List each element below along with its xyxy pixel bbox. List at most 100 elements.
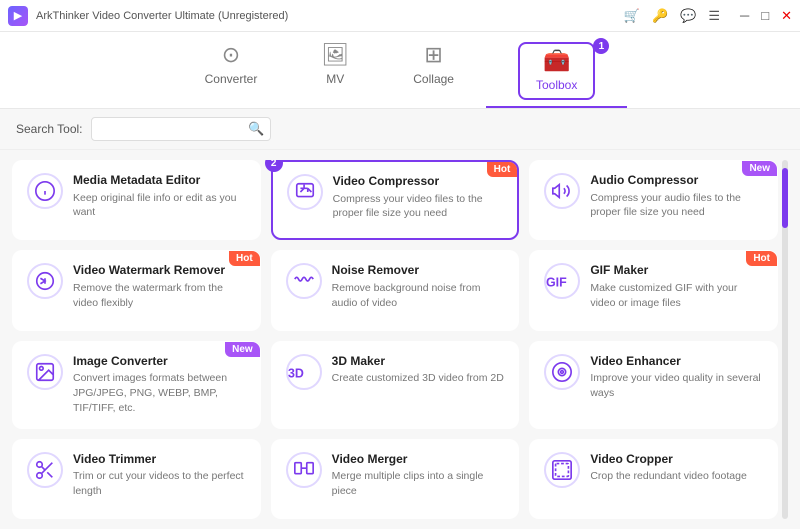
tool-card-image-converter[interactable]: New Image Converter Convert images forma… xyxy=(12,341,261,429)
tool-desc-video-watermark-remover: Remove the watermark from the video flex… xyxy=(73,281,248,310)
key-icon[interactable]: 🔑 xyxy=(652,8,668,24)
tool-desc-media-metadata-editor: Keep original file info or edit as you w… xyxy=(73,191,248,220)
tool-info-noise-remover: Noise Remover Remove background noise fr… xyxy=(332,263,507,310)
tool-name-image-converter: Image Converter xyxy=(73,354,248,370)
close-button[interactable]: ✕ xyxy=(781,8,792,24)
tab-converter-label: Converter xyxy=(205,72,258,86)
tool-icon-video-merger xyxy=(286,452,322,488)
tool-info-video-cropper: Video Cropper Crop the redundant video f… xyxy=(590,452,765,484)
minimize-button[interactable]: ─ xyxy=(740,8,749,23)
app-icon: ▶ xyxy=(8,6,28,26)
maximize-button[interactable]: □ xyxy=(761,8,769,23)
title-bar-left: ▶ ArkThinker Video Converter Ultimate (U… xyxy=(8,6,288,26)
tab-toolbox-label: Toolbox xyxy=(536,78,577,92)
badge-gif-maker: Hot xyxy=(746,251,777,266)
svg-text:GIF: GIF xyxy=(546,276,567,290)
nav-tabs: ⊙ Converter 🖼 MV ⊞ Collage 🧰 Toolbox 1 xyxy=(0,32,800,109)
tool-icon-gif-maker: GIF xyxy=(544,263,580,299)
tab-converter[interactable]: ⊙ Converter xyxy=(173,36,290,108)
tool-info-media-metadata-editor: Media Metadata Editor Keep original file… xyxy=(73,173,248,220)
search-bar: Search Tool: 🔍 xyxy=(0,109,800,150)
tool-card-video-enhancer[interactable]: Video Enhancer Improve your video qualit… xyxy=(529,341,778,429)
search-icon[interactable]: 🔍 xyxy=(248,121,264,137)
tool-desc-audio-compressor: Compress your audio files to the proper … xyxy=(590,191,765,220)
tool-name-audio-compressor: Audio Compressor xyxy=(590,173,765,189)
tool-card-3d-maker[interactable]: 3D 3D Maker Create customized 3D video f… xyxy=(271,341,520,429)
tool-icon-media-metadata-editor xyxy=(27,173,63,209)
tool-info-video-watermark-remover: Video Watermark Remover Remove the water… xyxy=(73,263,248,310)
tool-name-video-merger: Video Merger xyxy=(332,452,507,468)
tool-desc-video-compressor: Compress your video files to the proper … xyxy=(333,192,506,221)
tool-info-gif-maker: GIF Maker Make customized GIF with your … xyxy=(590,263,765,310)
tool-icon-audio-compressor xyxy=(544,173,580,209)
tool-info-video-merger: Video Merger Merge multiple clips into a… xyxy=(332,452,507,499)
tab-mv-label: MV xyxy=(326,72,344,86)
badge-audio-compressor: New xyxy=(742,161,777,176)
tool-name-video-cropper: Video Cropper xyxy=(590,452,765,468)
svg-text:3D: 3D xyxy=(288,366,304,380)
tool-desc-noise-remover: Remove background noise from audio of vi… xyxy=(332,281,507,310)
tool-info-video-compressor: Video Compressor Compress your video fil… xyxy=(333,174,506,221)
title-bar: ▶ ArkThinker Video Converter Ultimate (U… xyxy=(0,0,800,32)
mv-icon: 🖼 xyxy=(321,42,349,68)
tab-collage-label: Collage xyxy=(413,72,454,86)
scrollbar-track[interactable] xyxy=(782,160,788,519)
tool-name-gif-maker: GIF Maker xyxy=(590,263,765,279)
search-input[interactable] xyxy=(91,117,271,141)
collage-icon: ⊞ xyxy=(424,42,442,68)
tool-desc-video-merger: Merge multiple clips into a single piece xyxy=(332,469,507,498)
main-content: Media Metadata Editor Keep original file… xyxy=(0,150,800,529)
tool-info-3d-maker: 3D Maker Create customized 3D video from… xyxy=(332,354,507,386)
toolbox-icon: 🧰 xyxy=(543,48,570,74)
tool-name-video-compressor: Video Compressor xyxy=(333,174,506,190)
tool-icon-image-converter xyxy=(27,354,63,390)
circle-badge-video-compressor: 2 xyxy=(265,160,283,172)
tool-icon-video-trimmer xyxy=(27,452,63,488)
tool-icon-noise-remover xyxy=(286,263,322,299)
tool-name-media-metadata-editor: Media Metadata Editor xyxy=(73,173,248,189)
tab-toolbox[interactable]: 🧰 Toolbox 1 xyxy=(486,36,627,108)
tab-mv[interactable]: 🖼 MV xyxy=(289,36,381,108)
tool-icon-video-enhancer xyxy=(544,354,580,390)
tool-card-noise-remover[interactable]: Noise Remover Remove background noise fr… xyxy=(271,250,520,330)
tool-desc-video-enhancer: Improve your video quality in several wa… xyxy=(590,371,765,400)
app-title: ArkThinker Video Converter Ultimate (Unr… xyxy=(36,10,288,22)
tool-icon-video-compressor xyxy=(287,174,323,210)
tool-name-video-trimmer: Video Trimmer xyxy=(73,452,248,468)
tool-card-video-compressor[interactable]: 2 Hot Video Compressor Compress your vid… xyxy=(271,160,520,240)
search-input-wrap: 🔍 xyxy=(91,117,271,141)
tool-desc-gif-maker: Make customized GIF with your video or i… xyxy=(590,281,765,310)
badge-video-compressor: Hot xyxy=(487,162,518,177)
tool-info-video-enhancer: Video Enhancer Improve your video qualit… xyxy=(590,354,765,401)
tool-desc-video-cropper: Crop the redundant video footage xyxy=(590,469,765,484)
tool-info-video-trimmer: Video Trimmer Trim or cut your videos to… xyxy=(73,452,248,499)
window-controls: 🛒 🔑 💬 ☰ ─ □ ✕ xyxy=(624,8,792,24)
converter-icon: ⊙ xyxy=(222,42,240,68)
cart-icon[interactable]: 🛒 xyxy=(624,8,640,24)
tool-name-noise-remover: Noise Remover xyxy=(332,263,507,279)
tool-name-video-enhancer: Video Enhancer xyxy=(590,354,765,370)
tool-info-image-converter: Image Converter Convert images formats b… xyxy=(73,354,248,416)
tool-name-video-watermark-remover: Video Watermark Remover xyxy=(73,263,248,279)
badge-image-converter: New xyxy=(225,342,260,357)
scrollbar-thumb[interactable] xyxy=(782,168,788,228)
tool-desc-image-converter: Convert images formats between JPG/JPEG,… xyxy=(73,371,248,415)
tab-collage[interactable]: ⊞ Collage xyxy=(381,36,486,108)
tool-icon-3d-maker: 3D xyxy=(286,354,322,390)
tool-card-audio-compressor[interactable]: New Audio Compressor Compress your audio… xyxy=(529,160,778,240)
tool-name-3d-maker: 3D Maker xyxy=(332,354,507,370)
tool-card-video-watermark-remover[interactable]: Hot Video Watermark Remover Remove the w… xyxy=(12,250,261,330)
chat-icon[interactable]: 💬 xyxy=(680,8,696,24)
badge-video-watermark-remover: Hot xyxy=(229,251,260,266)
tool-icon-video-watermark-remover xyxy=(27,263,63,299)
tool-desc-3d-maker: Create customized 3D video from 2D xyxy=(332,371,507,386)
search-label: Search Tool: xyxy=(16,122,83,136)
toolbox-badge: 1 xyxy=(593,38,609,54)
tool-card-media-metadata-editor[interactable]: Media Metadata Editor Keep original file… xyxy=(12,160,261,240)
tool-info-audio-compressor: Audio Compressor Compress your audio fil… xyxy=(590,173,765,220)
tools-grid: Media Metadata Editor Keep original file… xyxy=(12,160,778,519)
menu-icon[interactable]: ☰ xyxy=(708,8,720,24)
tool-desc-video-trimmer: Trim or cut your videos to the perfect l… xyxy=(73,469,248,498)
tool-card-gif-maker[interactable]: Hot GIF GIF Maker Make customized GIF wi… xyxy=(529,250,778,330)
tool-icon-video-cropper xyxy=(544,452,580,488)
